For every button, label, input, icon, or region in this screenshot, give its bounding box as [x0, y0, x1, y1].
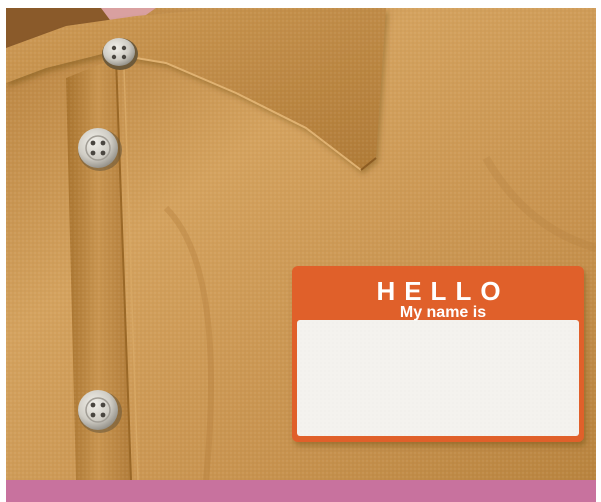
- name-tag-hello-text: HELLO: [376, 276, 510, 306]
- photo-canvas: [6, 8, 596, 480]
- button-top: [102, 38, 138, 70]
- image-frame: HELLO My name is: [0, 0, 601, 502]
- shirt-photo: HELLO My name is: [6, 8, 596, 480]
- bottom-color-band: [6, 480, 596, 502]
- name-tag-my-name-is-text: My name is: [399, 304, 487, 321]
- writing-area-texture: [297, 320, 579, 436]
